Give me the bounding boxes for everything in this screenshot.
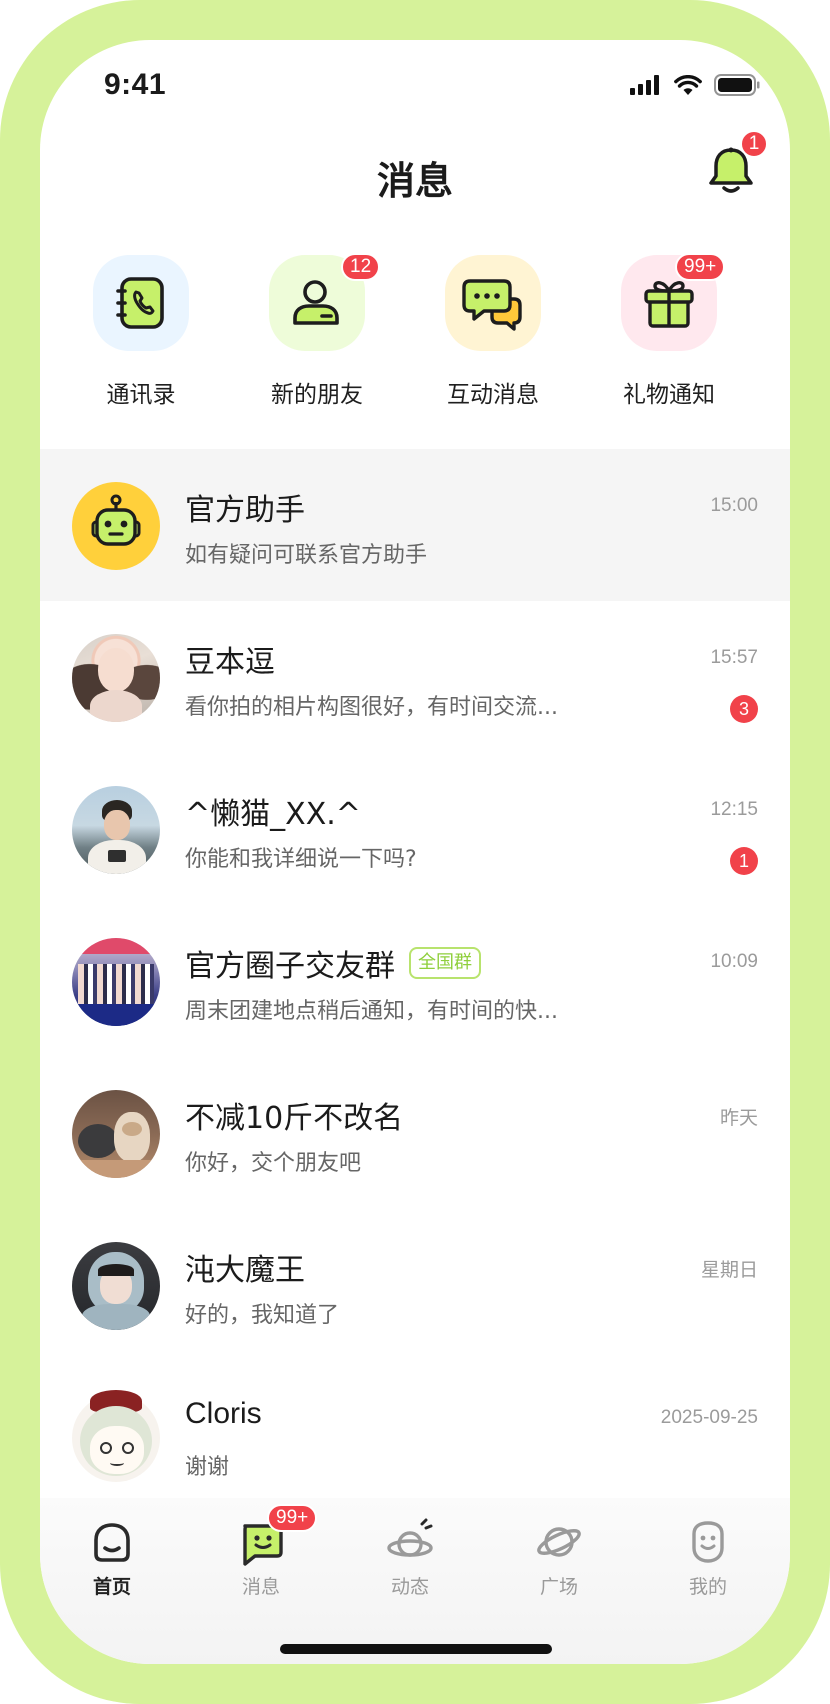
unread-badge: 3 <box>730 695 758 723</box>
chat-name-text: 沌大魔王 <box>185 1253 305 1288</box>
chat-row-lanmao[interactable]: ^懒猫_XX.^ 你能和我详细说一下吗? 12:15 1 <box>40 753 790 905</box>
chat-row-dundamowang[interactable]: 沌大魔王 好的，我知道了 星期日 <box>40 1209 790 1361</box>
quick-entry-new-friends[interactable]: 12 新的朋友 <box>229 253 405 409</box>
planet-feed-icon <box>386 1518 434 1566</box>
chat-name-text: 豆本逗 <box>185 645 275 680</box>
page-title: 消息 <box>376 159 453 203</box>
group-photo-avatar <box>72 938 160 1026</box>
contacts-phone-icon <box>116 277 164 329</box>
quick-entry-contacts[interactable]: 通讯录 <box>53 255 229 409</box>
device-frame: 9:41 消息 1 通讯录 12 新的朋友 互动消息 99+ 礼物通知 官方助手… <box>0 0 830 1704</box>
robot-avatar <box>72 482 160 570</box>
status-bar: 9:41 <box>40 40 790 130</box>
tab-bar: 首页 99+ 消息 动态 广场 我的 <box>40 1498 790 1664</box>
chat-name: 豆本逗 <box>185 637 275 681</box>
chat-time: 2025-09-25 <box>660 1407 758 1428</box>
tab-home[interactable]: 首页 <box>62 1518 162 1599</box>
quick-entry-label: 新的朋友 <box>271 382 363 408</box>
quick-entry-label: 礼物通知 <box>623 382 715 408</box>
chat-name-text: 官方助手 <box>185 493 305 528</box>
tab-messages[interactable]: 99+ 消息 <box>211 1504 318 1599</box>
new-friends-badge: 12 <box>341 253 381 281</box>
message-icon: 99+ <box>237 1504 318 1566</box>
photo-avatar <box>72 1242 160 1330</box>
chat-name-text: ^懒猫_XX.^ <box>185 797 361 832</box>
tab-feed[interactable]: 动态 <box>360 1518 460 1599</box>
anime-avatar <box>72 1390 160 1482</box>
chat-preview: 谢谢 <box>185 1455 230 1480</box>
planet-icon <box>535 1518 583 1566</box>
chat-name-text: 官方圈子交友群 <box>185 949 395 984</box>
photo-avatar <box>72 786 160 874</box>
chat-preview: 如有疑问可联系官方助手 <box>185 543 428 568</box>
status-time: 9:41 <box>104 68 167 101</box>
chat-preview: 周末团建地点稍后通知，有时间的快... <box>185 999 558 1024</box>
group-tag: 全国群 <box>409 947 481 979</box>
chat-row-cloris[interactable]: Cloris 谢谢 2025-09-25 <box>40 1361 790 1513</box>
quick-entry-gifts[interactable]: 99+ 礼物通知 <box>581 253 757 409</box>
quick-entry-interactions[interactable]: 互动消息 <box>405 255 581 409</box>
gifts-badge: 99+ <box>675 253 726 281</box>
cat-photo-avatar <box>72 1090 160 1178</box>
chat-row-doubendou[interactable]: 豆本逗 看你拍的相片构图很好，有时间交流... 15:57 3 <box>40 601 790 753</box>
chat-name: 不减10斤不改名 <box>185 1093 403 1137</box>
new-friend-icon <box>293 280 339 325</box>
signal-icon <box>630 75 659 95</box>
chat-row-bujian[interactable]: 不减10斤不改名 你好，交个朋友吧 昨天 <box>40 1057 790 1209</box>
smile-profile-icon <box>684 1518 732 1566</box>
chat-time: 10:09 <box>710 951 758 972</box>
chat-name: ^懒猫_XX.^ <box>185 789 361 833</box>
chat-list: 官方助手 如有疑问可联系官方助手 15:00 豆本逗 看你拍的相片构图很好，有时… <box>40 449 790 1513</box>
app-screen: 9:41 消息 1 通讯录 12 新的朋友 互动消息 99+ 礼物通知 官方助手… <box>40 40 790 1664</box>
home-indicator <box>280 1644 552 1654</box>
gift-icon <box>644 281 694 328</box>
tab-label: 消息 <box>241 1576 280 1598</box>
tab-label: 首页 <box>92 1576 131 1598</box>
quick-entry-label: 互动消息 <box>447 382 539 408</box>
tab-label: 广场 <box>539 1576 578 1598</box>
bell-badge: 1 <box>740 130 768 158</box>
tab-profile[interactable]: 我的 <box>658 1518 758 1599</box>
photo-avatar <box>72 634 160 722</box>
chat-row-official-assistant[interactable]: 官方助手 如有疑问可联系官方助手 15:00 <box>40 449 790 601</box>
chat-name: 官方助手 <box>185 485 305 529</box>
new-friends-tile: 12 <box>269 253 381 351</box>
chat-name: Cloris <box>185 1397 262 1431</box>
chat-time: 昨天 <box>719 1108 758 1129</box>
chat-bubbles-icon <box>462 279 522 331</box>
chat-row-official-group[interactable]: 官方圈子交友群 全国群 周末团建地点稍后通知，有时间的快... 10:09 <box>40 905 790 1057</box>
contacts-tile <box>93 255 189 351</box>
robot-icon <box>91 494 141 546</box>
messages-tab-badge: 99+ <box>267 1504 318 1532</box>
tab-plaza[interactable]: 广场 <box>509 1518 609 1599</box>
chat-preview: 看你拍的相片构图很好，有时间交流... <box>185 695 558 720</box>
unread-badge: 1 <box>730 847 758 875</box>
chat-name-text: Cloris <box>185 1397 262 1430</box>
chat-time: 12:15 <box>710 799 758 820</box>
gifts-tile: 99+ <box>621 253 726 351</box>
chat-time: 15:57 <box>710 647 758 668</box>
quick-entry-label: 通讯录 <box>106 382 176 408</box>
wifi-icon <box>674 74 702 95</box>
quick-entries: 通讯录 12 新的朋友 互动消息 99+ 礼物通知 <box>40 253 790 455</box>
battery-icon <box>714 74 760 96</box>
status-icons <box>630 74 760 96</box>
home-icon <box>88 1518 136 1566</box>
interactions-tile <box>445 255 541 351</box>
chat-time: 星期日 <box>700 1260 758 1281</box>
chat-name-text: 不减10斤不改名 <box>185 1101 404 1136</box>
notification-bell-button[interactable]: 1 <box>708 130 768 198</box>
chat-preview: 你好，交个朋友吧 <box>185 1151 362 1176</box>
chat-name: 官方圈子交友群 全国群 <box>185 941 481 985</box>
chat-preview: 你能和我详细说一下吗? <box>185 847 417 872</box>
chat-preview: 好的，我知道了 <box>185 1303 340 1328</box>
tab-label: 动态 <box>390 1576 429 1598</box>
chat-name: 沌大魔王 <box>185 1245 305 1289</box>
chat-time: 15:00 <box>710 495 758 516</box>
tab-label: 我的 <box>688 1576 727 1598</box>
